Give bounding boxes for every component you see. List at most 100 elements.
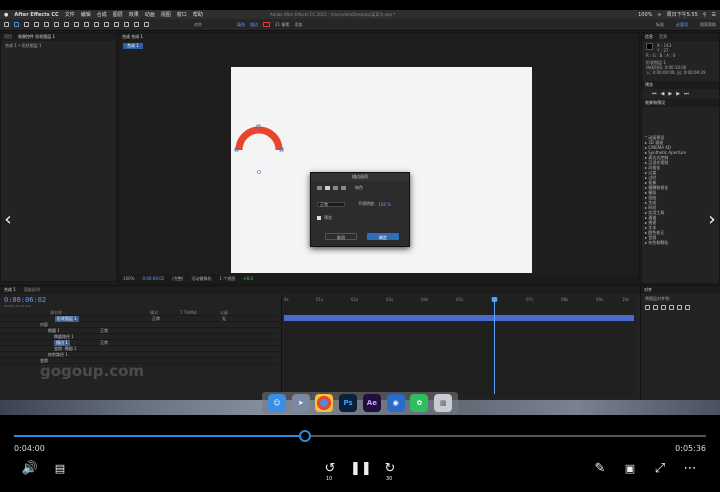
mode-select[interactable]: 正常 <box>317 201 345 207</box>
zoom-tool-icon[interactable] <box>34 22 39 27</box>
tab-effect-controls[interactable]: 效果控件 形状图层 1 <box>18 34 55 40</box>
selection-tool-icon[interactable] <box>14 22 19 27</box>
timeline-timecode[interactable]: 0:00:06:02 <box>4 296 46 304</box>
menu-layer[interactable]: 图层 <box>113 11 123 18</box>
stroke-width[interactable]: 21 像素 <box>275 22 289 28</box>
align-middle-icon[interactable] <box>677 305 682 310</box>
help-search[interactable]: 搜索帮助 <box>700 22 716 28</box>
subtitles-icon[interactable]: ▤ <box>50 459 70 479</box>
menu-edit[interactable]: 编辑 <box>81 11 91 18</box>
current-time-indicator[interactable] <box>492 297 497 394</box>
stroke-label[interactable]: 描边 <box>250 22 258 28</box>
pan-tool-icon[interactable] <box>64 22 69 27</box>
align-right-icon[interactable] <box>661 305 666 310</box>
cancel-button[interactable]: 取消 <box>325 233 357 240</box>
layer-name[interactable]: 形状图层 1 <box>55 315 79 322</box>
prev-slide-icon[interactable]: ‹ <box>2 210 14 230</box>
comp-subtab[interactable]: 合成 1 <box>123 43 143 49</box>
shape-tool-icon[interactable] <box>74 22 79 27</box>
no-stroke-icon[interactable] <box>317 186 322 190</box>
rotate-tool-icon[interactable] <box>44 22 49 27</box>
align-center-icon[interactable] <box>653 305 658 310</box>
menu-icon[interactable]: ☰ <box>712 12 716 18</box>
photoshop-icon[interactable]: Ps <box>339 394 358 412</box>
tab-effects-presets[interactable]: 效果和预设 <box>645 100 665 106</box>
menu-composition[interactable]: 合成 <box>97 11 107 18</box>
layer-parent[interactable]: 无 <box>222 316 226 322</box>
zoom-level[interactable]: 100% <box>123 276 134 281</box>
tab-timeline-comp[interactable]: 合成 1 <box>4 287 16 293</box>
search-icon[interactable]: ⚲ <box>703 12 707 18</box>
layer-prop-mode[interactable]: 正常 <box>100 340 108 346</box>
tab-align[interactable]: 对齐 <box>644 287 652 293</box>
first-frame-icon[interactable]: ⏮ <box>652 91 657 97</box>
layer-mode[interactable]: 正常 <box>152 316 160 322</box>
comp-timecode[interactable]: 0:00:06:02 <box>142 276 164 281</box>
volume-icon[interactable]: 🔊 <box>20 459 40 479</box>
tab-composition[interactable]: 合成 合成 1 <box>122 34 143 40</box>
more-options-icon[interactable]: ⋯ <box>680 459 700 479</box>
trash-icon[interactable]: ▩ <box>434 394 453 412</box>
workspace-default[interactable]: 标准 <box>656 22 664 28</box>
fill-label[interactable]: 填充 <box>237 22 245 28</box>
last-frame-icon[interactable]: ⏭ <box>684 91 689 97</box>
radial-gradient-icon[interactable] <box>341 186 346 190</box>
layer-prop[interactable]: 修剪路径 1 <box>48 352 68 358</box>
menu-effect[interactable]: 效果 <box>129 11 139 18</box>
menu-help[interactable]: 帮助 <box>193 11 203 18</box>
menu-file[interactable]: 文件 <box>65 11 75 18</box>
align-bottom-icon[interactable] <box>685 305 690 310</box>
snap-label[interactable]: 对齐 <box>194 22 202 28</box>
exposure-value[interactable]: +0.0 <box>243 276 253 281</box>
layer-prop-mode[interactable]: 正常 <box>100 328 108 334</box>
resolution-select[interactable]: (完整) <box>172 276 183 282</box>
arc-shape[interactable] <box>233 118 285 178</box>
solid-stroke-icon[interactable] <box>325 186 330 190</box>
skip-forward-button[interactable]: ↻ 30 <box>380 459 400 482</box>
seek-bar[interactable] <box>14 430 706 442</box>
stroke-color-swatch[interactable] <box>263 22 270 27</box>
camera-tool-icon[interactable] <box>54 22 59 27</box>
skip-back-button[interactable]: ↺ 10 <box>320 459 340 482</box>
prev-frame-icon[interactable]: ◀ <box>661 91 665 97</box>
roto-tool-icon[interactable] <box>134 22 139 27</box>
hand-tool-icon[interactable] <box>24 22 29 27</box>
add-label[interactable]: 添加 <box>294 22 302 28</box>
tab-render-queue[interactable]: 渲染队列 <box>24 287 40 293</box>
chrome-icon[interactable] <box>315 394 334 412</box>
anchor-point[interactable] <box>257 170 261 174</box>
puppet-tool-icon[interactable] <box>144 22 149 27</box>
linear-gradient-icon[interactable] <box>333 186 338 190</box>
align-top-icon[interactable] <box>669 305 674 310</box>
time-ruler[interactable]: 0s 01s 02s 03s 04s 05s 06s 07s 08s 09s 1… <box>282 295 635 305</box>
tab-project[interactable]: 项目 <box>4 34 12 40</box>
type-tool-icon[interactable] <box>94 22 99 27</box>
seek-thumb[interactable] <box>298 430 311 442</box>
menu-window[interactable]: 窗口 <box>177 11 187 18</box>
align-left-icon[interactable] <box>645 305 650 310</box>
next-slide-icon[interactable]: › <box>706 210 718 230</box>
opacity-value[interactable]: 100 % <box>378 202 391 207</box>
eraser-tool-icon[interactable] <box>124 22 129 27</box>
qq-icon[interactable]: ◉ <box>386 394 405 412</box>
launchpad-icon[interactable]: ➤ <box>291 394 310 412</box>
workspace-essential[interactable]: 必要项 <box>676 22 688 28</box>
preview-checkbox[interactable] <box>317 216 321 220</box>
timeline-graph[interactable]: 0s 01s 02s 03s 04s 05s 06s 07s 08s 09s 1… <box>281 295 635 397</box>
pen-tool-icon[interactable] <box>84 22 89 27</box>
menu-view[interactable]: 视图 <box>161 11 171 18</box>
menu-animation[interactable]: 动画 <box>145 11 155 18</box>
views-select[interactable]: 1 个视图 <box>219 276 235 282</box>
camera-select[interactable]: 活动摄像机 <box>191 276 211 282</box>
ok-button[interactable]: 确定 <box>367 233 399 240</box>
next-frame-icon[interactable]: ▶ <box>676 91 680 97</box>
tab-preview[interactable]: 预览 <box>645 82 653 88</box>
tab-info[interactable]: 信息 <box>645 34 653 40</box>
layer-prop[interactable]: 内容 <box>40 322 48 328</box>
evernote-icon[interactable]: ✿ <box>410 394 429 412</box>
col-trkmat[interactable]: T TrkMat <box>180 310 197 315</box>
brush-tool-icon[interactable] <box>104 22 109 27</box>
play-icon[interactable]: ▶ <box>668 91 672 97</box>
draw-pen-icon[interactable]: ✎ <box>590 459 610 479</box>
aftereffects-icon[interactable]: Ae <box>362 394 381 412</box>
